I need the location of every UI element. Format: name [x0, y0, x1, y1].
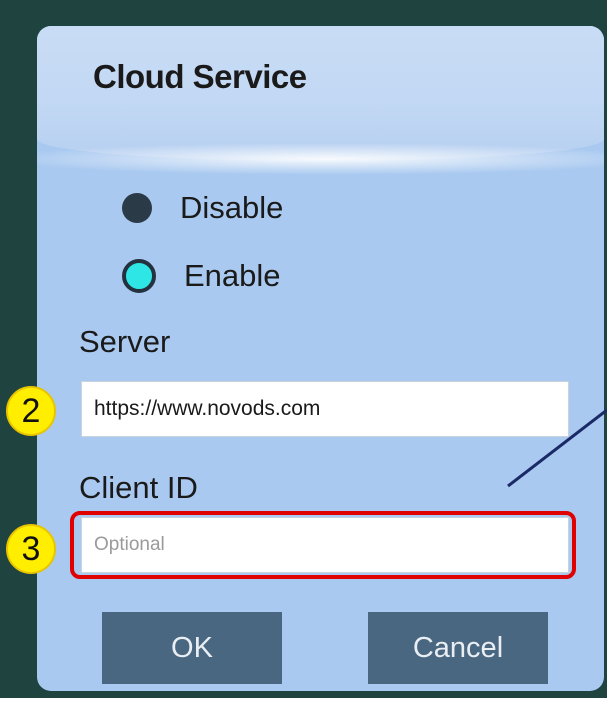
annotation-badge-3: 3 [6, 524, 56, 574]
callout-line [507, 408, 607, 488]
annotation-badge-2: 2 [6, 386, 56, 436]
